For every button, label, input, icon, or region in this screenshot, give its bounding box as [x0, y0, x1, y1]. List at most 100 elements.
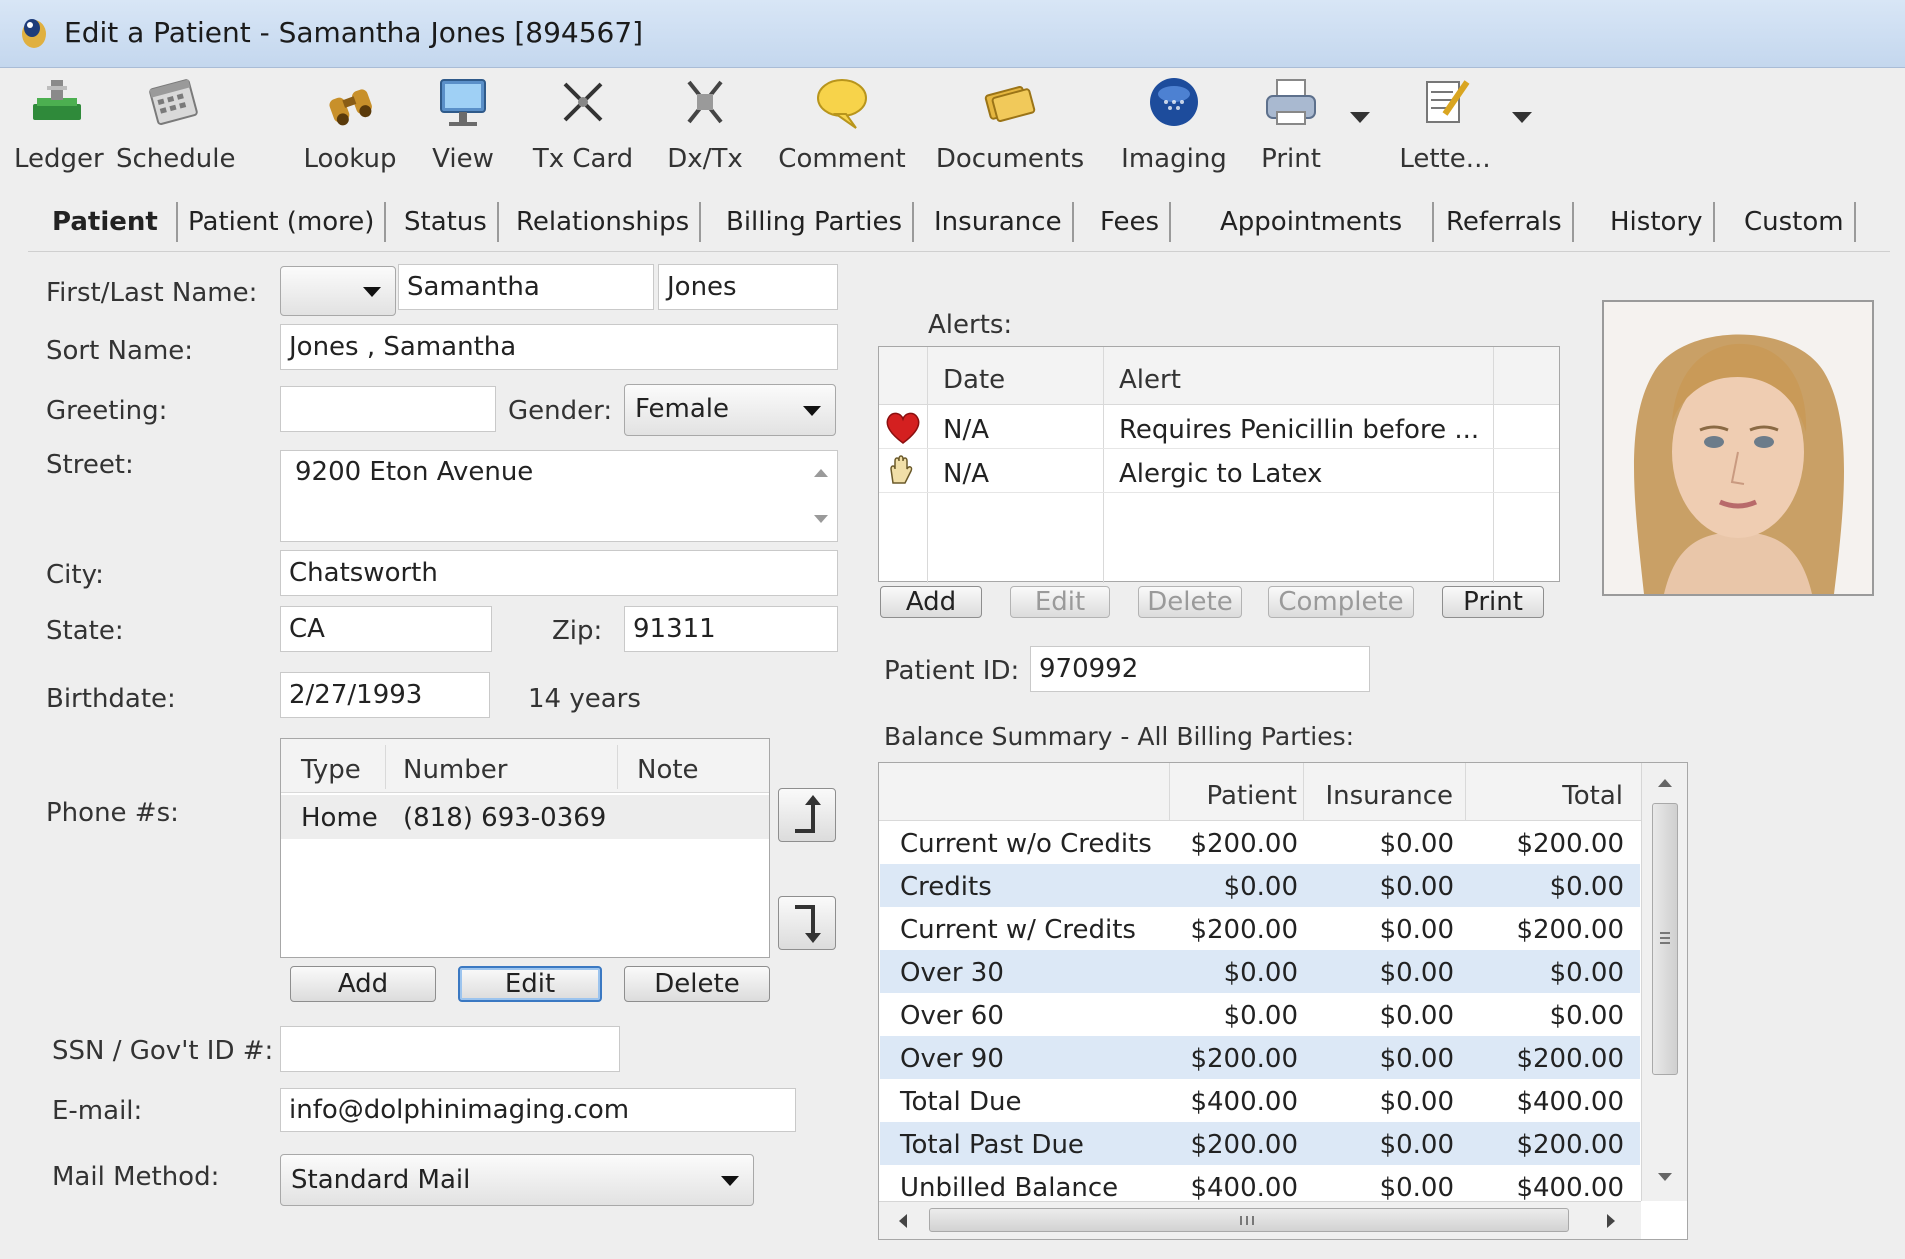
- first-name-field[interactable]: Samantha: [398, 264, 654, 310]
- print-dropdown-arrow[interactable]: [1350, 112, 1370, 123]
- monitor-icon: [440, 79, 486, 126]
- scroll-up-arrow[interactable]: [1658, 779, 1672, 787]
- alert-delete-button[interactable]: Delete: [1138, 586, 1242, 618]
- balance-row-name: Over 90: [900, 1044, 1004, 1074]
- city-field[interactable]: Chatsworth: [280, 550, 838, 596]
- tx-card-button[interactable]: Tx Card: [524, 74, 642, 174]
- scroll-right-arrow[interactable]: [1607, 1214, 1615, 1228]
- greeting-field[interactable]: [280, 386, 496, 432]
- balance-insurance-cell: $0.00: [1379, 1001, 1454, 1031]
- phones-table[interactable]: Type Number Note Home (818) 693-0369: [280, 738, 770, 958]
- scroll-thumb[interactable]: [1652, 803, 1678, 1075]
- scroll-up-arrow[interactable]: [814, 469, 828, 477]
- tab-patient[interactable]: Patient: [52, 202, 168, 242]
- print-button[interactable]: Print: [1248, 74, 1334, 174]
- birthdate-field[interactable]: 2/27/1993: [280, 672, 490, 718]
- tab-referrals[interactable]: Referrals: [1446, 202, 1574, 242]
- documents-icon: [984, 86, 1036, 122]
- sort-name-field[interactable]: Jones , Samantha: [280, 324, 838, 370]
- column-divider: [1303, 763, 1304, 821]
- tab-status[interactable]: Status: [404, 202, 499, 242]
- table-row[interactable]: Total Due $400.00 $0.00 $400.00: [880, 1079, 1640, 1122]
- schedule-label: Schedule: [116, 144, 236, 174]
- state-field[interactable]: CA: [280, 606, 492, 652]
- balance-horizontal-scrollbar[interactable]: [879, 1201, 1641, 1239]
- street-textarea[interactable]: 9200 Eton Avenue: [280, 450, 838, 542]
- mail-method-dropdown[interactable]: Standard Mail: [280, 1154, 754, 1206]
- table-row[interactable]: Unbilled Balance $400.00 $0.00 $400.00: [880, 1165, 1640, 1201]
- name-title-dropdown[interactable]: [280, 266, 396, 316]
- patient-photo[interactable]: [1602, 300, 1874, 596]
- table-row[interactable]: Total Past Due $200.00 $0.00 $200.00: [880, 1122, 1640, 1165]
- chevron-down-icon: [803, 406, 821, 416]
- alert-add-button[interactable]: Add: [880, 586, 982, 618]
- view-button[interactable]: View: [418, 74, 508, 174]
- table-row[interactable]: Home (818) 693-0369: [281, 795, 769, 839]
- ssn-field[interactable]: [280, 1026, 620, 1072]
- table-row[interactable]: Current w/o Credits $200.00 $0.00 $200.0…: [880, 821, 1640, 864]
- comment-button[interactable]: Comment: [774, 74, 910, 174]
- move-up-button[interactable]: [778, 788, 836, 842]
- last-name-field[interactable]: Jones: [658, 264, 838, 310]
- gender-dropdown[interactable]: Female: [624, 384, 836, 436]
- first-last-name-label: First/Last Name:: [46, 278, 258, 308]
- documents-button[interactable]: Documents: [934, 74, 1086, 174]
- phone-delete-button[interactable]: Delete: [624, 966, 770, 1002]
- sort-name-label: Sort Name:: [46, 336, 194, 366]
- scroll-down-arrow[interactable]: [1658, 1173, 1672, 1181]
- scroll-left-arrow[interactable]: [899, 1214, 907, 1228]
- tab-relationships[interactable]: Relationships: [516, 202, 702, 242]
- alert-print-button[interactable]: Print: [1442, 586, 1544, 618]
- tab-custom[interactable]: Custom: [1744, 202, 1856, 242]
- comment-bubble-icon: [817, 79, 867, 129]
- table-row[interactable]: N/A Alergic to Latex: [879, 451, 1559, 493]
- balance-summary-table[interactable]: Patient Insurance Total Current w/o Cred…: [878, 762, 1688, 1240]
- tab-billing-parties[interactable]: Billing Parties: [726, 202, 915, 242]
- tab-fees[interactable]: Fees: [1100, 202, 1172, 242]
- table-row[interactable]: Current w/ Credits $200.00 $0.00 $200.00: [880, 907, 1640, 950]
- letters-button[interactable]: Lette...: [1392, 74, 1498, 174]
- balance-patient-cell: $200.00: [1190, 1130, 1298, 1160]
- scroll-thumb[interactable]: [929, 1208, 1569, 1232]
- dx-tx-button[interactable]: Dx/Tx: [660, 74, 750, 174]
- comment-label: Comment: [778, 144, 906, 174]
- tab-appointments[interactable]: Appointments: [1220, 202, 1435, 242]
- tab-history[interactable]: History: [1610, 202, 1715, 242]
- balance-total-cell: $0.00: [1549, 958, 1624, 988]
- email-field[interactable]: info@dolphinimaging.com: [280, 1088, 796, 1132]
- alerts-header-alert: Alert: [1119, 365, 1181, 395]
- letters-dropdown-arrow[interactable]: [1512, 112, 1532, 123]
- balance-insurance-cell: $0.00: [1379, 829, 1454, 859]
- table-row[interactable]: N/A Requires Penicillin before ...: [879, 407, 1559, 449]
- mail-method-value: Standard Mail: [291, 1165, 471, 1195]
- schedule-button[interactable]: Schedule: [116, 74, 236, 174]
- tab-insurance[interactable]: Insurance: [934, 202, 1074, 242]
- alerts-header-row: Date Alert: [879, 347, 1559, 583]
- grip-line: [1660, 932, 1670, 934]
- tab-patient-more[interactable]: Patient (more): [176, 202, 387, 242]
- ledger-button[interactable]: Ledger: [14, 74, 104, 174]
- imaging-button[interactable]: Imaging: [1118, 74, 1230, 174]
- ledger-label: Ledger: [14, 144, 104, 174]
- balance-row-name: Unbilled Balance: [900, 1173, 1119, 1201]
- zip-field[interactable]: 91311: [624, 606, 838, 652]
- table-row[interactable]: Credits $0.00 $0.00 $0.00: [880, 864, 1640, 907]
- printer-icon: [1266, 79, 1316, 125]
- phone-edit-button[interactable]: Edit: [458, 966, 602, 1002]
- table-row[interactable]: Over 60 $0.00 $0.00 $0.00: [880, 993, 1640, 1036]
- lookup-button[interactable]: Lookup: [300, 74, 400, 174]
- balance-vertical-scrollbar[interactable]: [1641, 763, 1687, 1201]
- alert-complete-button[interactable]: Complete: [1268, 586, 1414, 618]
- alerts-table[interactable]: Date Alert N/A Requires Penicillin befor…: [878, 346, 1560, 583]
- table-row[interactable]: Over 90 $200.00 $0.00 $200.00: [880, 1036, 1640, 1079]
- alerts-label: Alerts:: [928, 310, 1013, 340]
- scroll-down-arrow[interactable]: [814, 515, 828, 523]
- dx-tx-label: Dx/Tx: [667, 144, 743, 174]
- phone-add-button[interactable]: Add: [290, 966, 436, 1002]
- street-scrollbar[interactable]: [805, 451, 837, 541]
- alert-edit-button[interactable]: Edit: [1010, 586, 1110, 618]
- patient-id-field[interactable]: 970992: [1030, 646, 1370, 692]
- move-down-button[interactable]: [778, 896, 836, 950]
- table-row[interactable]: Over 30 $0.00 $0.00 $0.00: [880, 950, 1640, 993]
- balance-row-name: Credits: [900, 872, 992, 902]
